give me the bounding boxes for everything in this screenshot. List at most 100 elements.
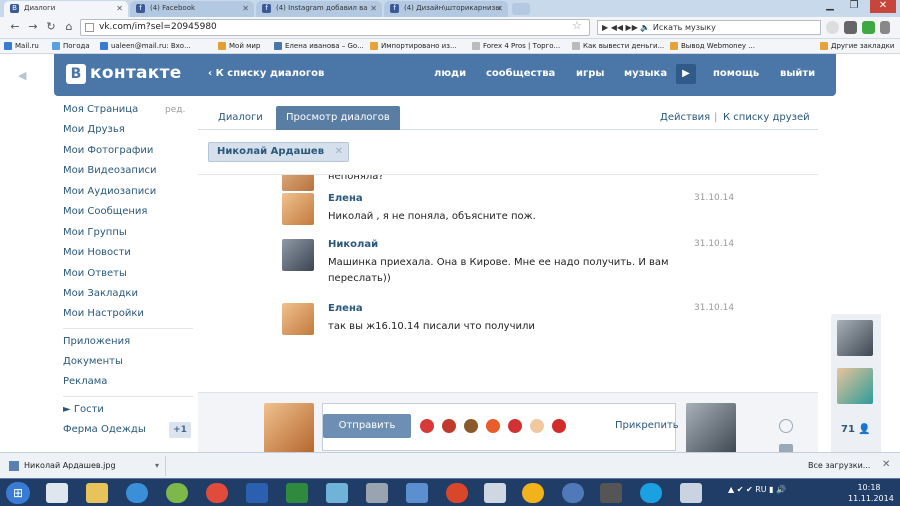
message-date[interactable]: 31.10.14 <box>694 239 734 249</box>
menu-music[interactable]: музыка <box>624 68 667 79</box>
network-icon[interactable] <box>406 483 428 503</box>
new-tab-button[interactable] <box>512 3 530 15</box>
conversation-chip[interactable]: Николай Ардашев ✕ <box>208 142 350 162</box>
close-tab-icon[interactable]: ✕ <box>242 1 249 16</box>
menu-games[interactable]: игры <box>576 68 604 79</box>
app-icon[interactable] <box>446 483 468 503</box>
download-item[interactable]: Николай Ардашев.jpg ▾ <box>6 456 166 476</box>
word-icon[interactable] <box>246 483 268 503</box>
menu-my-videos[interactable]: Мои Видеозаписи <box>63 165 156 176</box>
menu-my-photos[interactable]: Мои Фотографии <box>63 145 153 156</box>
message-date[interactable]: 31.10.14 <box>694 193 734 203</box>
bookmark-item[interactable]: Вывод Webmoney ... <box>670 40 755 52</box>
app-icon[interactable] <box>680 483 702 503</box>
devil-emoji-icon[interactable] <box>442 419 456 433</box>
back-icon[interactable]: ← <box>8 20 22 34</box>
close-window-icon[interactable]: ✕ <box>870 0 896 13</box>
message-author[interactable]: Елена <box>328 303 363 314</box>
left-arrow-icon[interactable]: ◀ <box>18 69 26 82</box>
menu-my-friends[interactable]: Мои Друзья <box>63 124 125 135</box>
menu-documents[interactable]: Документы <box>63 356 123 367</box>
paint-icon[interactable] <box>366 483 388 503</box>
friends-count[interactable]: 71 👤 <box>841 424 871 435</box>
menu-my-news[interactable]: Мои Новости <box>63 247 131 258</box>
friend-avatar[interactable] <box>837 320 873 356</box>
avatar[interactable] <box>282 193 314 225</box>
extension-icon[interactable] <box>862 21 875 34</box>
tab-view-dialogs[interactable]: Просмотр диалогов <box>276 106 400 130</box>
other-bookmarks[interactable]: Другие закладки <box>820 40 894 52</box>
bookmark-item[interactable]: Елена иванова – Go... <box>274 40 364 52</box>
menu-guests[interactable]: ► Гости <box>63 404 104 415</box>
menu-communities[interactable]: сообщества <box>486 68 555 79</box>
media-controls-icon[interactable]: ▶ ◀◀ ▶▶ 🔈 <box>602 23 650 32</box>
bookmark-item[interactable]: Как вывести деньги... <box>572 40 664 52</box>
menu-people[interactable]: люди <box>434 68 466 79</box>
play-icon[interactable]: ▶ <box>676 64 696 84</box>
message-author[interactable]: Елена <box>328 193 363 204</box>
music-search-input[interactable]: ▶ ◀◀ ▶▶ 🔈 Искать музыку <box>597 20 821 35</box>
friend-avatar[interactable] <box>837 368 873 404</box>
tab-design[interactable]: f (4) Дизайн\шторикарнизы ✕ <box>384 1 508 17</box>
attach-link[interactable]: Прикрепить <box>615 420 679 431</box>
muscle-emoji-icon[interactable] <box>530 419 544 433</box>
home-icon[interactable]: ⌂ <box>62 20 76 34</box>
message-list[interactable]: непоняла? Елена Николай , я не поняла, о… <box>198 174 818 392</box>
bookmark-item[interactable]: Импортировано из... <box>370 40 457 52</box>
send-button[interactable]: Отправить <box>323 414 411 438</box>
bookmark-item[interactable]: ualeen@mail.ru: Вхо... <box>100 40 191 52</box>
vk-logo-text[interactable]: контакте <box>90 63 182 83</box>
close-tab-icon[interactable]: ✕ <box>496 1 503 16</box>
menu-my-page[interactable]: Моя Страница <box>63 104 138 115</box>
menu-ads[interactable]: Реклама <box>63 376 107 387</box>
system-tray[interactable]: ▲ ✔ ✔ RU ▮ 🔊 <box>728 485 786 494</box>
explorer-icon[interactable] <box>86 483 108 503</box>
app-icon[interactable] <box>522 483 544 503</box>
tab-dialogs[interactable]: В Диалоги ✕ <box>4 1 128 17</box>
forward-icon[interactable]: → <box>26 20 40 34</box>
chrome-icon[interactable] <box>206 483 228 503</box>
calculator-icon[interactable] <box>484 483 506 503</box>
avatar[interactable] <box>282 239 314 271</box>
actions-link[interactable]: Действия <box>660 112 710 123</box>
reload-icon[interactable]: ↻ <box>44 20 58 34</box>
bookmark-star-icon[interactable]: ☆ <box>572 19 582 32</box>
tab-facebook[interactable]: f (4) Facebook ✕ <box>130 1 254 17</box>
bookmark-item[interactable]: Мой мир <box>218 40 260 52</box>
menu-my-settings[interactable]: Мои Настройки <box>63 308 144 319</box>
dropdown-arrow-icon[interactable]: ▾ <box>155 456 159 476</box>
microphone-icon[interactable] <box>600 483 622 503</box>
menu-help[interactable]: помощь <box>713 68 759 79</box>
windows-start-icon[interactable]: ⊞ <box>6 482 30 504</box>
all-downloads-link[interactable]: Все загрузки... <box>808 461 870 470</box>
bookmark-item[interactable]: Forex 4 Pros | Торго... <box>472 40 560 52</box>
angry-emoji-icon[interactable] <box>486 419 500 433</box>
poop-emoji-icon[interactable] <box>464 419 478 433</box>
extension-icon[interactable] <box>826 21 839 34</box>
address-bar[interactable]: vk.com/im?sel=20945980 <box>80 19 590 36</box>
menu-my-bookmarks[interactable]: Мои Закладки <box>63 288 138 299</box>
menu-my-answers[interactable]: Мои Ответы <box>63 268 127 279</box>
tab-dialogs-list[interactable]: Диалоги <box>208 106 273 130</box>
language-indicator[interactable]: RU <box>755 485 766 494</box>
close-tab-icon[interactable]: ✕ <box>116 1 123 16</box>
minimize-icon[interactable]: ▁ <box>820 0 840 13</box>
edit-link[interactable]: ред. <box>165 105 185 115</box>
ogre-emoji-icon[interactable] <box>508 419 522 433</box>
bookmark-item[interactable]: Погода <box>52 40 90 52</box>
app-icon[interactable] <box>166 483 188 503</box>
app-icon[interactable] <box>562 483 584 503</box>
message-author[interactable]: Николай <box>328 239 378 250</box>
bookmark-item[interactable]: Mail.ru <box>4 40 39 52</box>
menu-farm[interactable]: Ферма Одежды <box>63 424 146 435</box>
friends-list-link[interactable]: К списку друзей <box>723 112 810 123</box>
menu-my-messages[interactable]: Мои Сообщения <box>63 206 147 217</box>
excel-icon[interactable] <box>286 483 308 503</box>
restore-icon[interactable]: ❐ <box>844 0 864 13</box>
avatar[interactable] <box>282 175 314 191</box>
skype-icon[interactable] <box>640 483 662 503</box>
vk-logo-icon[interactable]: В <box>66 64 86 84</box>
menu-logout[interactable]: выйти <box>780 68 815 79</box>
menu-my-groups[interactable]: Мои Группы <box>63 227 127 238</box>
app-icon[interactable] <box>326 483 348 503</box>
